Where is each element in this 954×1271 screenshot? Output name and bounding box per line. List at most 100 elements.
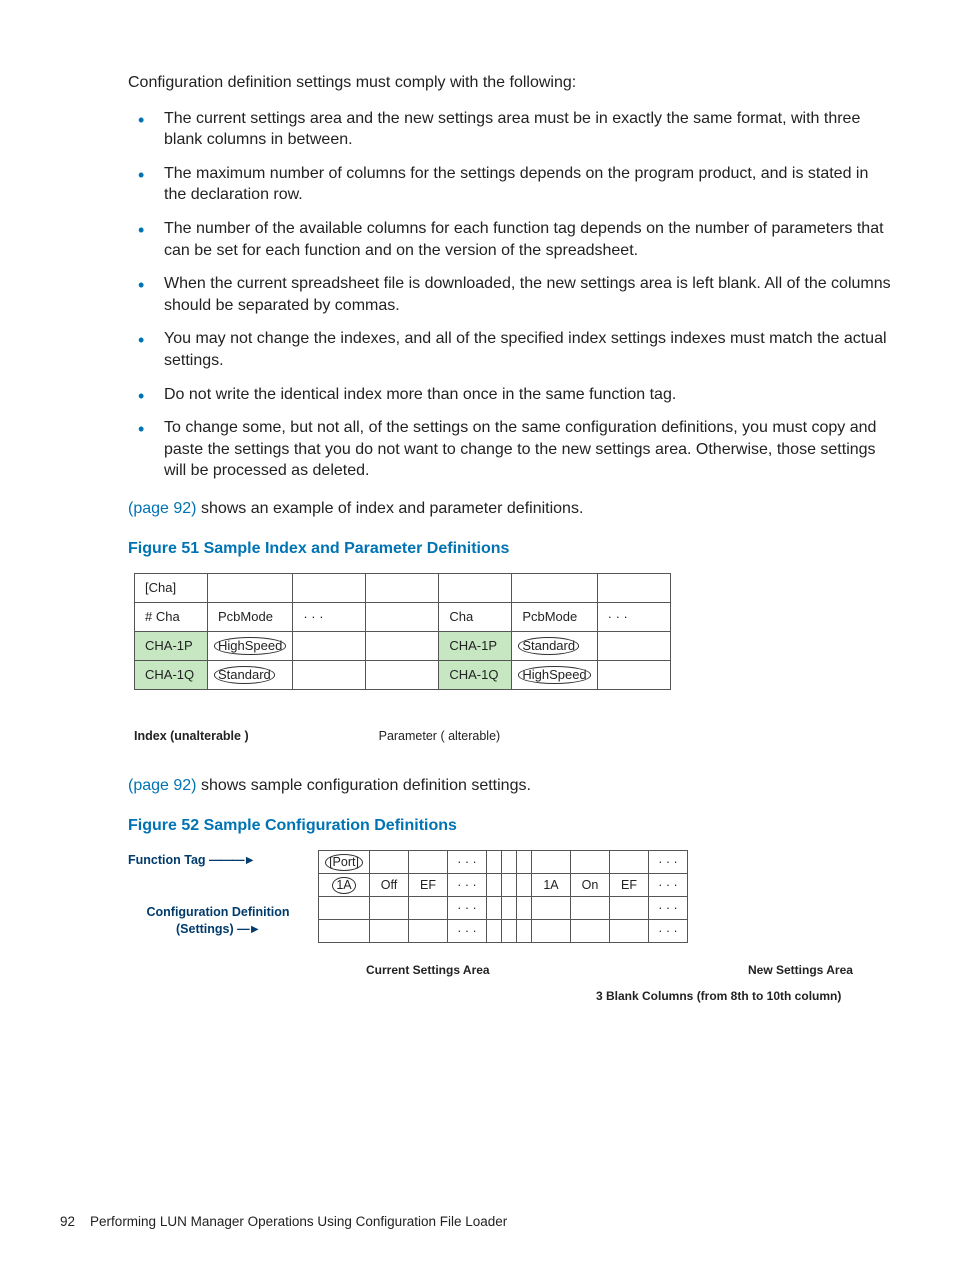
figure-52-caption: Figure 52 Sample Configuration Definitio… xyxy=(128,815,894,837)
cell: On xyxy=(571,874,610,897)
cell xyxy=(610,920,649,943)
cell xyxy=(502,874,517,897)
cell xyxy=(439,574,512,603)
figure-51-caption: Figure 51 Sample Index and Parameter Def… xyxy=(128,538,894,560)
bullet-item: You may not change the indexes, and all … xyxy=(128,328,894,371)
cell: · · · xyxy=(293,603,366,632)
cell: · · · xyxy=(448,874,487,897)
cell: · · · xyxy=(448,920,487,943)
cell xyxy=(517,874,532,897)
cell xyxy=(571,851,610,874)
cell: · · · xyxy=(448,851,487,874)
bullet-item: To change some, but not all, of the sett… xyxy=(128,417,894,482)
cell: CHA-1Q xyxy=(439,661,512,690)
cell xyxy=(532,920,571,943)
bullet-list: The current settings area and the new se… xyxy=(128,108,894,482)
page-number: 92 xyxy=(60,1214,75,1229)
cell xyxy=(517,851,532,874)
cell xyxy=(487,897,502,920)
cell xyxy=(208,574,293,603)
cell xyxy=(571,920,610,943)
cell: PcbMode xyxy=(512,603,597,632)
config-def-label: Configuration Definition (Settings) —► xyxy=(128,904,308,938)
index-label: Index (unalterable ) xyxy=(134,728,249,745)
page-link[interactable]: (page 92) xyxy=(128,777,197,794)
cell xyxy=(610,897,649,920)
figure-51: [Cha] # ChaPcbMode· · ·ChaPcbMode· · · C… xyxy=(134,573,894,745)
cell: Standard xyxy=(512,632,597,661)
cell xyxy=(532,897,571,920)
cell: EF xyxy=(409,874,448,897)
cell: HighSpeed xyxy=(208,632,293,661)
cell xyxy=(293,632,366,661)
figure-52-table: [Port]· · ·· · · 1AOffEF· · ·1AOnEF· · ·… xyxy=(318,850,688,943)
ref-line-2: (page 92) shows sample configuration def… xyxy=(128,775,894,797)
current-settings-area-label: Current Settings Area xyxy=(366,962,490,978)
cell xyxy=(366,603,439,632)
cell: · · · xyxy=(597,603,670,632)
bullet-item: The number of the available columns for … xyxy=(128,218,894,261)
alterable-oval: Standard xyxy=(218,666,271,684)
blank-columns-label: 3 Blank Columns (from 8th to 10th column… xyxy=(596,988,841,1004)
alterable-oval: HighSpeed xyxy=(218,637,282,655)
ref-text: shows sample configuration definition se… xyxy=(197,777,531,794)
cell xyxy=(366,574,439,603)
param-label: Parameter ( alterable) xyxy=(379,728,501,745)
cell: CHA-1P xyxy=(135,632,208,661)
page-footer: 92 Performing LUN Manager Operations Usi… xyxy=(60,1213,507,1231)
cell xyxy=(293,574,366,603)
figure-52: Function Tag ———► Configuration Definiti… xyxy=(128,850,894,1030)
cell xyxy=(409,920,448,943)
cell xyxy=(597,574,670,603)
cell: [Cha] xyxy=(135,574,208,603)
new-settings-area-label: New Settings Area xyxy=(748,962,853,978)
bullet-item: Do not write the identical index more th… xyxy=(128,384,894,406)
intro-text: Configuration definition settings must c… xyxy=(128,72,894,94)
cell xyxy=(370,897,409,920)
bullet-item: When the current spreadsheet file is dow… xyxy=(128,273,894,316)
cell: · · · xyxy=(649,897,688,920)
cell xyxy=(370,851,409,874)
cell: · · · xyxy=(448,897,487,920)
cell xyxy=(610,851,649,874)
cell: CHA-1P xyxy=(439,632,512,661)
cell xyxy=(487,920,502,943)
cell: HighSpeed xyxy=(512,661,597,690)
cell: Cha xyxy=(439,603,512,632)
cell xyxy=(366,632,439,661)
cell: 1A xyxy=(532,874,571,897)
cell xyxy=(597,632,670,661)
page-link[interactable]: (page 92) xyxy=(128,500,197,517)
cell xyxy=(366,661,439,690)
cell: Standard xyxy=(208,661,293,690)
cell xyxy=(502,851,517,874)
cell: · · · xyxy=(649,874,688,897)
cell: PcbMode xyxy=(208,603,293,632)
ref-line-1: (page 92) shows an example of index and … xyxy=(128,498,894,520)
bullet-item: The maximum number of columns for the se… xyxy=(128,163,894,206)
ref-text: shows an example of index and parameter … xyxy=(197,500,584,517)
cell xyxy=(597,661,670,690)
alterable-oval: Standard xyxy=(522,637,575,655)
cell xyxy=(370,920,409,943)
cell xyxy=(293,661,366,690)
cell: CHA-1Q xyxy=(135,661,208,690)
cell xyxy=(487,874,502,897)
cell xyxy=(502,920,517,943)
cell: # Cha xyxy=(135,603,208,632)
alterable-oval: HighSpeed xyxy=(522,666,586,684)
cell xyxy=(409,897,448,920)
cell xyxy=(502,897,517,920)
cell xyxy=(319,920,370,943)
cell: [Port] xyxy=(319,851,370,874)
cell: 1A xyxy=(319,874,370,897)
cell: Off xyxy=(370,874,409,897)
function-tag-label: Function Tag ———► xyxy=(128,852,255,869)
cell xyxy=(512,574,597,603)
cell: · · · xyxy=(649,851,688,874)
cell xyxy=(517,920,532,943)
cell xyxy=(319,897,370,920)
bullet-item: The current settings area and the new se… xyxy=(128,108,894,151)
footer-text: Performing LUN Manager Operations Using … xyxy=(90,1214,507,1229)
figure-51-table: [Cha] # ChaPcbMode· · ·ChaPcbMode· · · C… xyxy=(134,573,671,690)
